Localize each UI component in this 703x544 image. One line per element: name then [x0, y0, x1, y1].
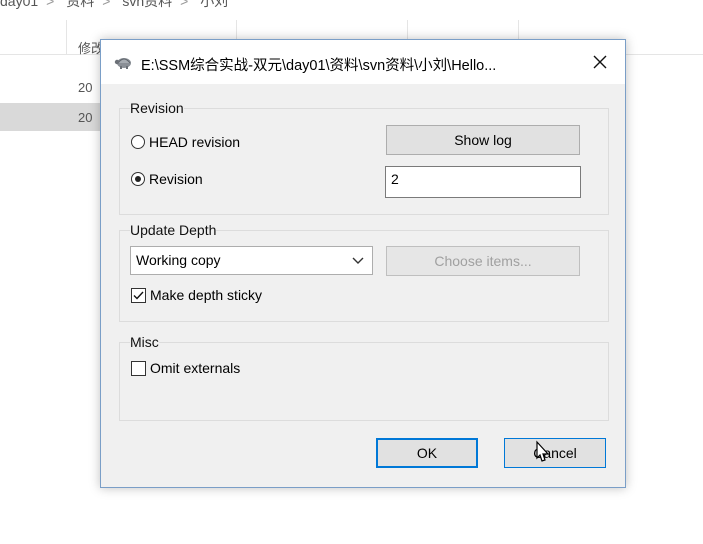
update-depth-group-label: Update Depth — [130, 222, 217, 238]
make-depth-sticky-label: Make depth sticky — [150, 287, 263, 303]
file-row-date[interactable]: 20 — [78, 80, 92, 95]
revision-radio[interactable]: Revision — [131, 171, 203, 187]
make-depth-sticky-checkbox[interactable]: Make depth sticky — [131, 287, 262, 303]
file-row-date[interactable]: 20 — [78, 110, 92, 125]
update-to-revision-dialog: E:\SSM综合实战-双元\day01\资料\svn资料\小刘\Hello...… — [100, 39, 626, 488]
head-revision-label: HEAD revision — [149, 134, 241, 150]
checkmark-icon — [133, 291, 144, 300]
omit-externals-checkbox[interactable]: Omit externals — [131, 360, 240, 376]
radio-button[interactable] — [131, 135, 145, 149]
breadcrumb-separator-icon: > — [102, 0, 111, 9]
breadcrumb-item[interactable]: svn资料 — [122, 0, 172, 9]
revision-input[interactable]: 2 — [385, 166, 581, 198]
show-log-button[interactable]: Show log — [386, 125, 580, 155]
ok-button[interactable]: OK — [376, 438, 478, 468]
radio-button-checked[interactable] — [131, 172, 145, 186]
depth-select[interactable]: Working copy — [130, 246, 373, 275]
chevron-down-icon — [352, 257, 364, 264]
breadcrumb-separator-icon: > — [46, 0, 55, 9]
head-revision-radio[interactable]: HEAD revision — [131, 134, 240, 150]
revision-label: Revision — [149, 171, 203, 187]
tortoisesvn-icon — [114, 58, 131, 69]
breadcrumb-separator-icon: > — [180, 0, 189, 9]
close-icon — [593, 55, 607, 69]
close-button[interactable] — [583, 48, 617, 76]
checkbox[interactable] — [131, 360, 146, 376]
breadcrumb-item[interactable]: 资料 — [66, 0, 94, 9]
misc-group: Misc — [119, 334, 609, 421]
dialog-titlebar[interactable]: E:\SSM综合实战-双元\day01\资料\svn资料\小刘\Hello... — [101, 40, 625, 84]
explorer-breadcrumb: day01 > 资料 > svn资料 > 小刘 — [0, 0, 703, 11]
choose-items-button[interactable]: Choose items... — [386, 246, 580, 276]
column-divider — [66, 20, 67, 54]
breadcrumb-item[interactable]: day01 — [0, 0, 38, 9]
mouse-pointer-icon — [536, 440, 550, 462]
depth-select-value: Working copy — [136, 252, 221, 268]
misc-group-label: Misc — [130, 334, 159, 350]
update-depth-group: Update Depth — [119, 222, 609, 322]
revision-group-label: Revision — [130, 100, 184, 116]
cancel-button[interactable]: Cancel — [504, 438, 606, 468]
breadcrumb-item[interactable]: 小刘 — [200, 0, 228, 9]
checkbox[interactable] — [131, 287, 146, 303]
dialog-title: E:\SSM综合实战-双元\day01\资料\svn资料\小刘\Hello... — [141, 58, 497, 74]
omit-externals-label: Omit externals — [150, 360, 241, 376]
